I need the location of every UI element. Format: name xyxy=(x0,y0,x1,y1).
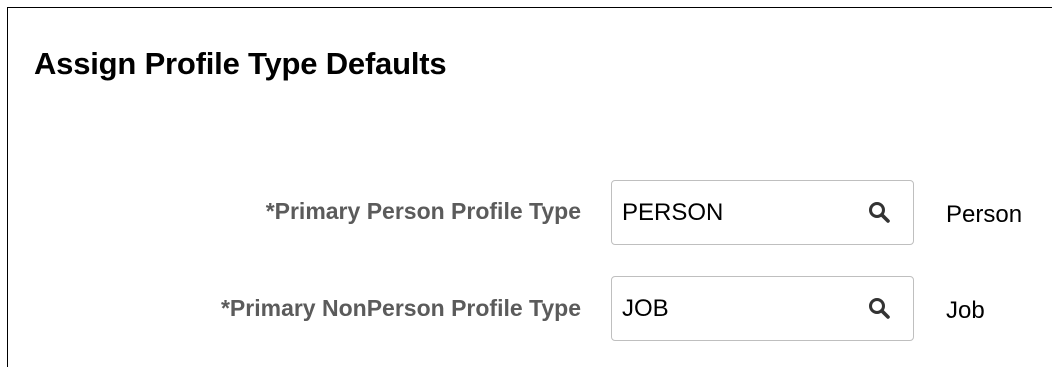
primary-person-profile-type-description: Person xyxy=(946,201,1023,228)
page-title: Assign Profile Type Defaults xyxy=(34,46,447,81)
primary-person-profile-type-input[interactable] xyxy=(622,199,842,227)
primary-nonperson-profile-type-description: Job xyxy=(946,297,985,324)
primary-person-profile-type-label: *Primary Person Profile Type xyxy=(265,198,581,224)
primary-nonperson-profile-type-label: *Primary NonPerson Profile Type xyxy=(220,295,581,321)
search-icon[interactable] xyxy=(867,296,891,320)
search-icon[interactable] xyxy=(867,200,891,224)
primary-nonperson-profile-type-field[interactable] xyxy=(611,276,914,341)
primary-person-profile-type-field[interactable] xyxy=(611,180,914,245)
primary-nonperson-profile-type-input[interactable] xyxy=(622,295,842,323)
page-frame: Assign Profile Type Defaults *Primary Pe… xyxy=(7,7,1052,367)
